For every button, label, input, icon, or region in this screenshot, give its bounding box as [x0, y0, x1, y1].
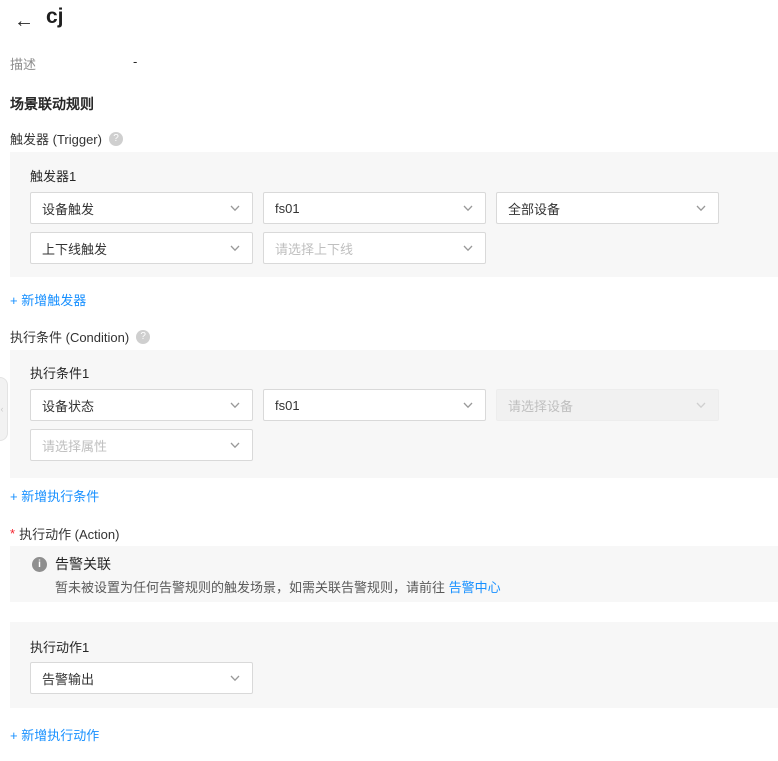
chevron-down-icon — [229, 202, 241, 214]
select-value: 全部设备 — [508, 199, 560, 218]
chevron-down-icon — [229, 242, 241, 254]
add-trigger-link[interactable]: + 新增触发器 — [10, 290, 86, 309]
select-value: fs01 — [275, 201, 300, 216]
chevron-down-icon — [462, 399, 474, 411]
trigger-product-select[interactable]: fs01 — [263, 192, 486, 224]
trigger-label: 触发器 (Trigger) ? — [10, 129, 123, 148]
alarm-association-title: 告警关联 — [55, 554, 111, 574]
trigger-event-select[interactable]: 上下线触发 — [30, 232, 253, 264]
trigger-label-text: 触发器 (Trigger) — [10, 129, 102, 148]
condition-card-title: 执行条件1 — [30, 363, 89, 382]
action-card: 执行动作1 告警输出 — [10, 622, 778, 708]
trigger-card-title: 触发器1 — [30, 166, 76, 185]
select-value: 告警输出 — [42, 669, 94, 688]
page-title: cj — [46, 5, 64, 29]
condition-product-select[interactable]: fs01 — [263, 389, 486, 421]
select-placeholder: 请选择上下线 — [275, 239, 353, 258]
condition-label: 执行条件 (Condition) ? — [10, 327, 150, 346]
add-condition-link[interactable]: + 新增执行条件 — [10, 486, 99, 505]
condition-attribute-select[interactable]: 请选择属性 — [30, 429, 253, 461]
chevron-down-icon — [695, 202, 707, 214]
action-label: * 执行动作 (Action) — [10, 524, 119, 543]
action-card-title: 执行动作1 — [30, 637, 89, 656]
condition-type-select[interactable]: 设备状态 — [30, 389, 253, 421]
chevron-down-icon — [229, 399, 241, 411]
select-value: 上下线触发 — [42, 239, 107, 258]
trigger-type-select[interactable]: 设备触发 — [30, 192, 253, 224]
alarm-association-card: i 告警关联 暂未被设置为任何告警规则的触发场景，如需关联告警规则，请前往 告警… — [10, 546, 778, 602]
condition-card: 执行条件1 设备状态 fs01 请选择设备 请选择属性 — [10, 350, 778, 478]
rules-section-title: 场景联动规则 — [10, 94, 94, 114]
chevron-down-icon — [229, 672, 241, 684]
condition-help-icon[interactable]: ? — [136, 330, 150, 344]
alarm-center-link[interactable]: 告警中心 — [449, 580, 501, 595]
chevron-down-icon — [462, 242, 474, 254]
required-asterisk: * — [10, 526, 15, 541]
description-label: 描述 — [10, 54, 36, 73]
condition-device-select: 请选择设备 — [496, 389, 719, 421]
alarm-association-text-body: 暂未被设置为任何告警规则的触发场景，如需关联告警规则，请前往 — [55, 580, 449, 595]
select-value: 设备触发 — [42, 199, 94, 218]
select-value: fs01 — [275, 398, 300, 413]
action-type-select[interactable]: 告警输出 — [30, 662, 253, 694]
chevron-down-icon — [229, 439, 241, 451]
info-icon: i — [32, 557, 47, 572]
condition-label-text: 执行条件 (Condition) — [10, 327, 129, 346]
alarm-association-text: 暂未被设置为任何告警规则的触发场景，如需关联告警规则，请前往 告警中心 — [55, 577, 501, 596]
chevron-down-icon — [695, 399, 707, 411]
trigger-event-value-select[interactable]: 请选择上下线 — [263, 232, 486, 264]
scene-rule-detail-page: ← cj 描述 - 场景联动规则 触发器 (Trigger) ? 触发器1 设备… — [0, 0, 778, 761]
trigger-help-icon[interactable]: ? — [109, 132, 123, 146]
description-value: - — [133, 54, 137, 69]
trigger-device-select[interactable]: 全部设备 — [496, 192, 719, 224]
action-label-text: 执行动作 (Action) — [19, 524, 119, 543]
chevron-down-icon — [462, 202, 474, 214]
trigger-card: 触发器1 设备触发 fs01 全部设备 上下线触发 请选择上下 — [10, 152, 778, 277]
add-action-link[interactable]: + 新增执行动作 — [10, 725, 99, 744]
back-button[interactable]: ← — [12, 8, 36, 34]
select-placeholder: 请选择设备 — [508, 396, 573, 415]
collapsed-drawer-handle[interactable]: ‹ — [0, 377, 8, 441]
select-placeholder: 请选择属性 — [42, 436, 107, 455]
select-value: 设备状态 — [42, 396, 94, 415]
